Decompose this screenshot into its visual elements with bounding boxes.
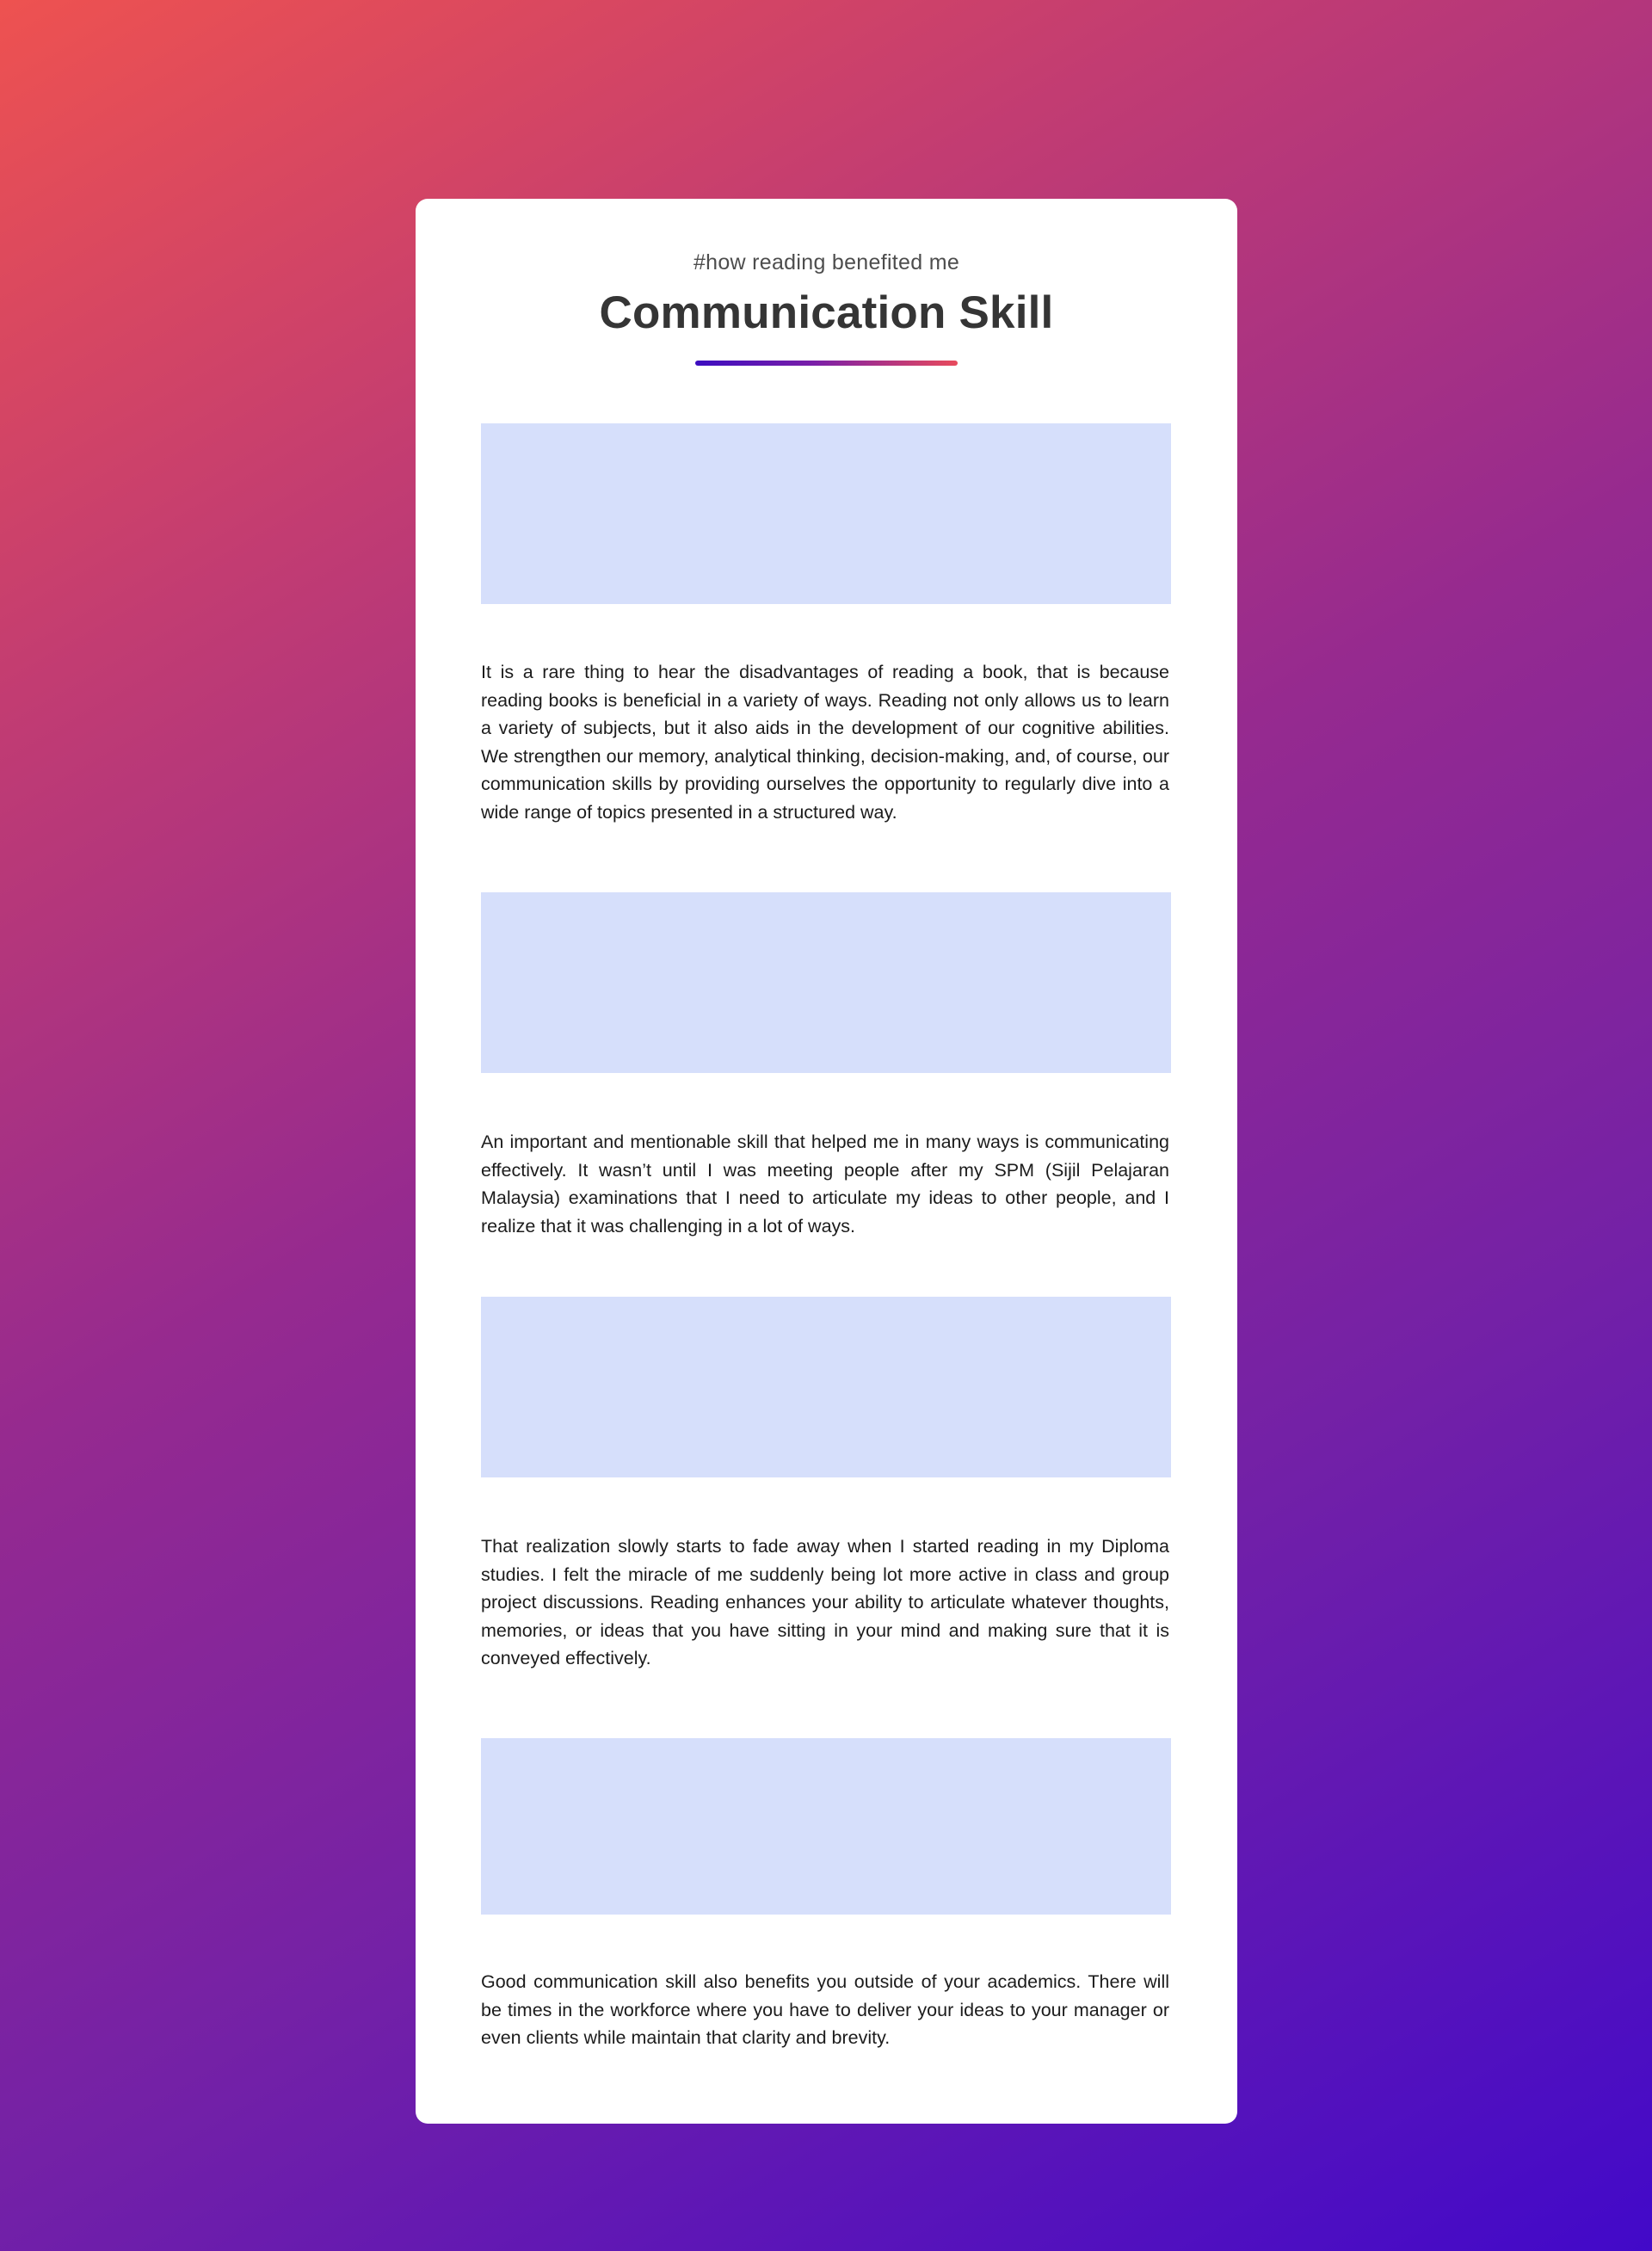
article-paragraph-4: Good communication skill also benefits y… [481, 1971, 1169, 2048]
article-card: #how reading benefited me Communication … [416, 199, 1237, 2124]
article-paragraph-2: An important and mentionable skill that … [481, 1132, 1169, 1237]
article-kicker: #how reading benefited me [693, 250, 960, 274]
image-placeholder-4 [481, 1738, 1171, 1915]
title-underline [695, 361, 958, 366]
image-placeholder-1 [481, 423, 1171, 604]
image-placeholder-2 [481, 892, 1171, 1073]
image-placeholder-3 [481, 1297, 1171, 1477]
article-paragraph-3: That realization slowly starts to fade a… [481, 1536, 1169, 1668]
page-title: Communication Skill [599, 287, 1054, 338]
article-paragraph-1: It is a rare thing to hear the disadvant… [481, 662, 1169, 823]
